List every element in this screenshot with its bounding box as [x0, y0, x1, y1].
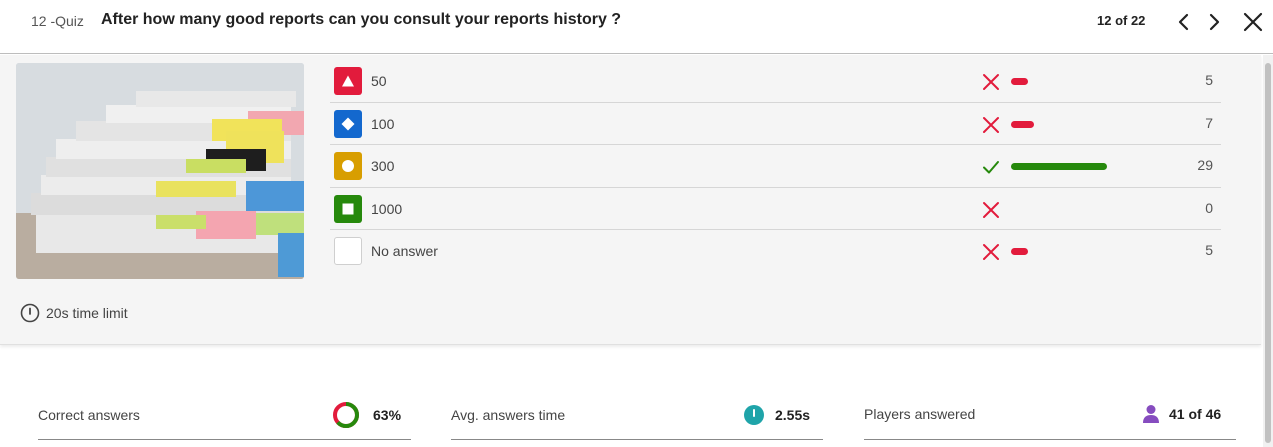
answer-count-bar	[1011, 248, 1028, 255]
square-icon	[334, 194, 362, 223]
cross-icon	[981, 200, 1001, 220]
answer-label: No answer	[371, 243, 438, 259]
chevron-right-icon	[1209, 13, 1220, 31]
scrollbar-thumb[interactable]	[1265, 63, 1271, 443]
correct-answers-label: Correct answers	[38, 407, 140, 423]
question-number: 12 -Quiz	[31, 13, 84, 29]
check-icon	[981, 157, 1001, 177]
avg-answer-time-stat: Avg. answers time 2.55s	[451, 390, 823, 440]
correct-answers-value: 63%	[373, 407, 402, 423]
avg-answer-time-value: 2.55s	[775, 407, 811, 423]
stacked-documents-image	[16, 63, 304, 279]
chevron-left-icon	[1178, 13, 1189, 31]
time-limit-label: 20s time limit	[46, 305, 128, 321]
answer-count: 29	[1197, 157, 1213, 173]
close-icon	[1243, 12, 1263, 32]
answer-row: 300 29	[330, 145, 1221, 188]
answer-row: No answer 5	[330, 230, 1221, 273]
triangle-icon	[334, 67, 362, 95]
cross-icon	[981, 115, 1001, 135]
next-question-button[interactable]	[1202, 10, 1226, 34]
answer-count: 5	[1205, 242, 1213, 258]
correct-donut-icon	[333, 402, 359, 428]
answer-row: 50 5	[330, 60, 1221, 103]
answer-row: 100 7	[330, 103, 1221, 145]
question-image	[16, 63, 304, 279]
answer-count-bar	[1011, 78, 1028, 85]
answer-count-bar	[1011, 163, 1107, 170]
answer-label: 50	[371, 73, 387, 89]
cross-icon	[981, 242, 1001, 262]
players-answered-stat: Players answered 41 of 46	[864, 390, 1236, 440]
players-answered-label: Players answered	[864, 406, 976, 422]
answer-label: 100	[371, 115, 395, 132]
correct-answers-stat: Correct answers 63%	[38, 390, 411, 440]
answer-count-bar	[1011, 120, 1034, 128]
question-header: 12 -Quiz After how many good reports can…	[0, 0, 1273, 54]
scrollbar[interactable]	[1263, 55, 1273, 447]
diamond-icon	[334, 109, 362, 138]
answer-results-list: 50 5 100 7 300 29 1000 0 No answer 5	[330, 60, 1221, 273]
question-pager: 12 of 22	[1097, 13, 1146, 28]
time-limit: 20s time limit	[20, 303, 128, 323]
previous-question-button[interactable]	[1172, 10, 1196, 34]
circle-icon	[334, 152, 362, 180]
cross-icon	[981, 72, 1001, 92]
answer-label: 300	[371, 158, 395, 174]
clock-icon	[20, 303, 40, 323]
close-button[interactable]	[1241, 10, 1265, 34]
timer-icon	[744, 405, 764, 425]
question-title: After how many good reports can you cons…	[101, 11, 622, 28]
no-answer-box	[334, 237, 362, 265]
question-details-panel: 20s time limit 50 5 100 7 300 29 1000 0 No answe…	[0, 55, 1261, 345]
answer-row: 1000 0	[330, 188, 1221, 230]
player-icon	[1143, 405, 1159, 423]
avg-answer-time-label: Avg. answers time	[451, 407, 566, 423]
answer-count: 7	[1205, 114, 1213, 131]
players-answered-value: 41 of 46	[1169, 406, 1222, 422]
answer-count: 0	[1205, 199, 1213, 216]
answer-label: 1000	[371, 200, 403, 217]
answer-count: 5	[1205, 72, 1213, 88]
